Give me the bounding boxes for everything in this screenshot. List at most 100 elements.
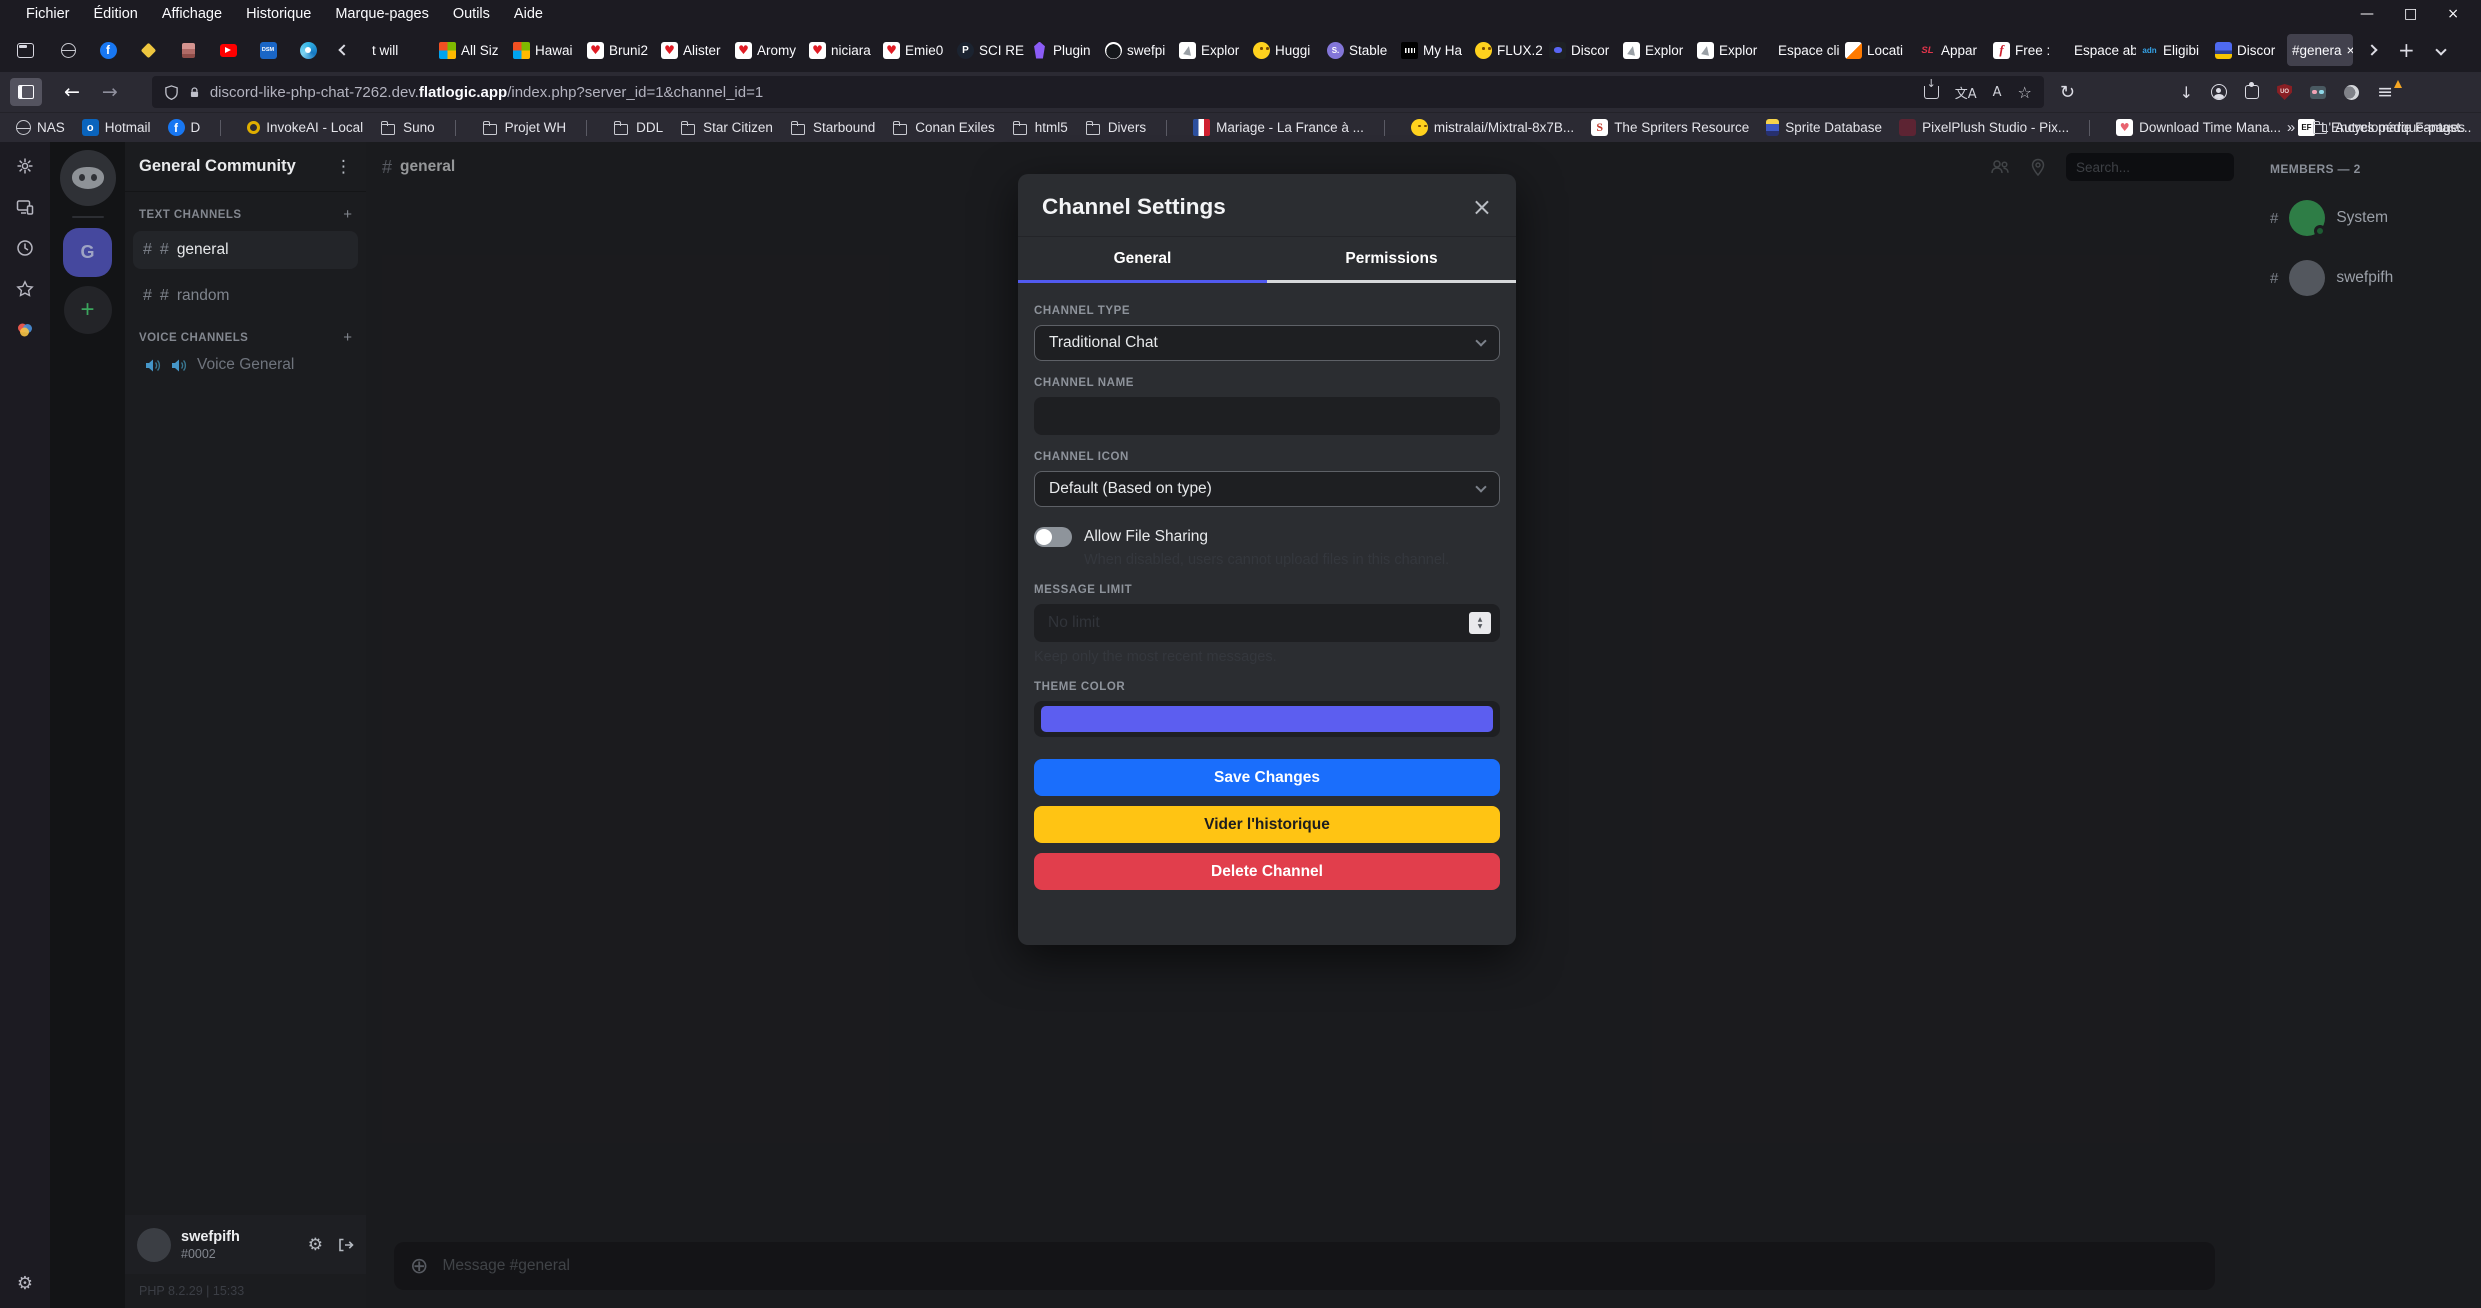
save-changes-button[interactable]: Save Changes (1034, 759, 1500, 796)
tab[interactable]: All Siz (434, 34, 508, 66)
menu-item[interactable]: Outils (441, 6, 502, 22)
pinned-tab[interactable] (88, 34, 128, 66)
bookmark-item[interactable]: DDL (613, 120, 663, 136)
tab[interactable]: Explor (1618, 34, 1692, 66)
tab[interactable]: Huggi (1248, 34, 1322, 66)
server-menu-icon[interactable]: ⋮ (335, 157, 352, 177)
bookmark-item[interactable]: NAS (16, 120, 65, 135)
bookmarks-star-icon[interactable] (15, 279, 35, 299)
add-voice-channel-button[interactable]: + (343, 329, 352, 346)
sidebar-toggle-button[interactable] (10, 78, 42, 106)
reload-button[interactable]: ↻ (2060, 82, 2075, 103)
extensions-button[interactable] (2245, 85, 2259, 99)
account-button[interactable] (2211, 84, 2227, 100)
bookmark-item[interactable] (1381, 120, 1394, 136)
bookmark-item[interactable]: L'Encyclopédie Fantast... (2298, 119, 2471, 136)
tab[interactable]: niciara (804, 34, 878, 66)
maximize-button[interactable]: □ (2404, 6, 2417, 22)
pinned-tab[interactable] (128, 34, 168, 66)
member-row[interactable]: # System (2270, 200, 2461, 236)
bookmark-item[interactable]: Projet WH (482, 120, 567, 136)
close-window-button[interactable]: × (2447, 6, 2459, 22)
bookmark-item[interactable]: Suno (380, 120, 435, 136)
translate-alt-icon[interactable]: A (1993, 85, 2002, 100)
pinned-tab[interactable] (48, 34, 88, 66)
tab-permissions[interactable]: Permissions (1267, 237, 1516, 283)
user-avatar[interactable] (137, 1228, 171, 1262)
bookmark-item[interactable] (217, 120, 230, 136)
spinner-up-icon[interactable]: ▲ (1478, 617, 1483, 623)
bookmark-item[interactable] (2086, 120, 2099, 136)
tab[interactable]: Espace clie (1766, 34, 1840, 66)
translate-icon[interactable]: 文A (1955, 83, 1977, 102)
tab[interactable]: Discor (1544, 34, 1618, 66)
bookmark-item[interactable]: The Spriters Resource (1591, 119, 1749, 136)
tab[interactable]: Explor (1174, 34, 1248, 66)
bookmark-item[interactable] (583, 120, 596, 136)
extension-icon[interactable] (2310, 86, 2326, 99)
menu-item[interactable]: Édition (82, 6, 150, 22)
ublock-extension-icon[interactable] (2277, 84, 2292, 100)
history-clock-icon[interactable] (15, 238, 35, 258)
channel-item[interactable]: # # general (133, 231, 358, 269)
list-all-tabs-button[interactable] (2435, 44, 2446, 55)
new-tab-button[interactable]: + (2398, 38, 2415, 62)
tab[interactable]: Explor (1692, 34, 1766, 66)
menu-item[interactable]: Affichage (150, 6, 234, 22)
bookmark-item[interactable]: html5 (1012, 120, 1068, 136)
bookmark-star-icon[interactable]: ☆ (2018, 83, 2032, 102)
bookmark-item[interactable] (452, 120, 465, 136)
tab[interactable]: Espace abo (2062, 34, 2136, 66)
tab[interactable]: Bruni2 (582, 34, 656, 66)
downloads-button[interactable]: ↓ (2180, 83, 2193, 102)
bookmark-item[interactable]: Hotmail (82, 119, 151, 136)
add-server-button[interactable]: + (64, 286, 112, 334)
url-bar[interactable]: discord-like-php-chat-7262.dev.flatlogic… (152, 76, 2044, 108)
tab[interactable]: Plugin (1026, 34, 1100, 66)
bookmark-item[interactable]: PixelPlush Studio - Pix... (1899, 119, 2069, 136)
clear-history-button[interactable]: Vider l'historique (1034, 806, 1500, 843)
tab[interactable]: Alister (656, 34, 730, 66)
tab[interactable]: Aromy (730, 34, 804, 66)
ai-chatbot-icon[interactable] (15, 156, 35, 176)
tab-close-icon[interactable]: × (2347, 42, 2353, 58)
tab[interactable]: t will (360, 34, 434, 66)
voice-channel-item[interactable]: Voice General (133, 356, 358, 374)
home-server-button[interactable] (60, 150, 116, 206)
file-sharing-toggle[interactable] (1034, 527, 1072, 547)
tab[interactable]: Emie0 (878, 34, 952, 66)
scroll-tabs-left-button[interactable] (338, 44, 349, 55)
bookmark-item[interactable]: mistralai/Mixtral-8x7B... (1411, 119, 1574, 136)
member-row[interactable]: # swefpifh (2270, 260, 2461, 296)
bookmark-item[interactable]: Starbound (790, 120, 875, 136)
tab[interactable]: swefpi (1100, 34, 1174, 66)
sidebar-settings-gear-icon[interactable]: ⚙ (17, 1273, 33, 1294)
containers-icon[interactable] (15, 320, 35, 340)
tab[interactable]: Discor (2210, 34, 2284, 66)
tab[interactable]: Appar (1914, 34, 1988, 66)
bookmark-item[interactable]: Download Time Mana... (2116, 119, 2281, 136)
tab[interactable]: Eligibi (2136, 34, 2210, 66)
synced-tabs-icon[interactable] (15, 197, 35, 217)
tab[interactable]: SCI RE (952, 34, 1026, 66)
menu-item[interactable]: Historique (234, 6, 323, 22)
pinned-tab[interactable] (208, 34, 248, 66)
message-limit-input[interactable] (1034, 604, 1500, 642)
add-text-channel-button[interactable]: + (343, 206, 352, 223)
spinner-down-icon[interactable]: ▼ (1478, 624, 1483, 630)
channel-item[interactable]: # # random (133, 277, 358, 315)
forward-button[interactable]: → (102, 81, 118, 103)
bookmark-item[interactable]: InvokeAI - Local (247, 120, 363, 135)
menu-item[interactable]: Aide (502, 6, 555, 22)
pinned-tab[interactable] (248, 34, 288, 66)
bookmark-item[interactable]: D (168, 119, 201, 136)
tab[interactable]: FLUX.2 (1470, 34, 1544, 66)
bookmark-item[interactable]: Divers (1085, 120, 1146, 136)
channel-type-select[interactable]: Traditional Chat (1034, 325, 1500, 361)
server-button-general-community[interactable]: G (63, 228, 112, 277)
logout-icon[interactable] (337, 1237, 354, 1253)
save-page-icon[interactable] (1924, 86, 1939, 99)
user-settings-gear-icon[interactable]: ⚙ (308, 1235, 323, 1255)
tab[interactable]: Hawai (508, 34, 582, 66)
delete-channel-button[interactable]: Delete Channel (1034, 853, 1500, 890)
